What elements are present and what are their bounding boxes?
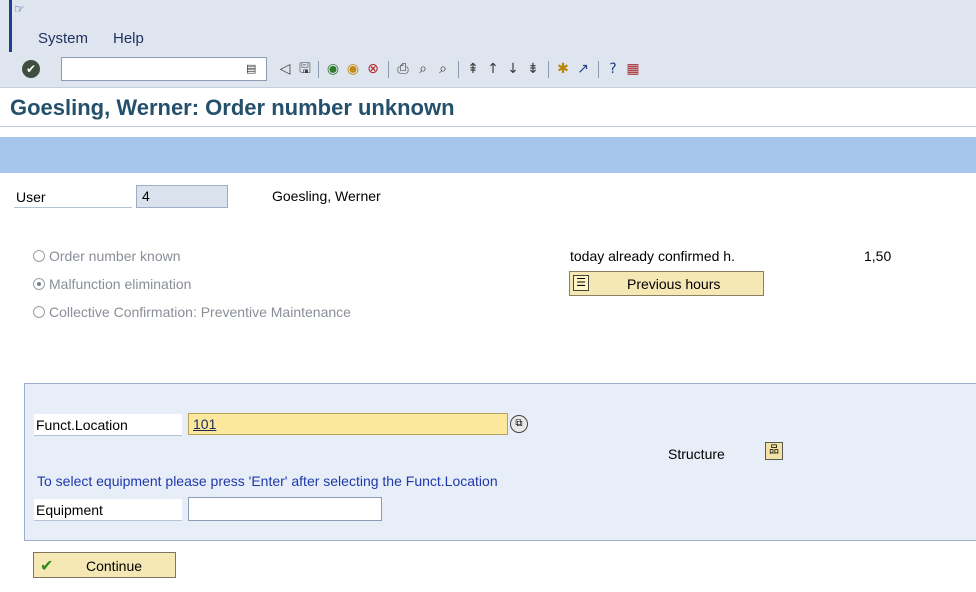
- radio-button[interactable]: [33, 250, 45, 262]
- toolbar-separator: [318, 61, 319, 78]
- checkmark-icon: ✔: [40, 556, 54, 575]
- help-icon[interactable]: ?: [604, 60, 622, 78]
- radio-button-selected[interactable]: [33, 278, 45, 290]
- radio-button[interactable]: [33, 306, 45, 318]
- radio-label: Order number known: [49, 248, 181, 264]
- continue-button[interactable]: ✔ Continue: [33, 552, 176, 578]
- cancel-icon[interactable]: ⊗: [364, 60, 382, 78]
- create-session-icon[interactable]: ✱: [554, 60, 572, 78]
- system-menu-icon[interactable]: ☞: [14, 2, 25, 16]
- user-label: User: [14, 186, 132, 208]
- toolbar-separator: [548, 61, 549, 78]
- funct-location-label: Funct.Location: [34, 414, 182, 436]
- standard-toolbar: ✔ ▤ ◁ 🖫 ◉ ◉ ⊗ ⎙ ⌕ ⌕ ⇞ ↑ ↓ ⇟ ✱ ↗ ? ▦: [0, 52, 976, 88]
- exit-icon[interactable]: ◉: [344, 60, 362, 78]
- command-history-icon[interactable]: ▤: [246, 62, 256, 75]
- title-divider: [0, 126, 976, 127]
- structure-label: Structure: [668, 446, 725, 462]
- command-field[interactable]: [61, 57, 267, 81]
- previous-page-icon[interactable]: ↑: [484, 60, 502, 78]
- equipment-input[interactable]: [188, 497, 382, 521]
- enter-icon[interactable]: ✔: [22, 60, 40, 78]
- find-next-icon[interactable]: ⌕: [434, 60, 452, 78]
- print-icon[interactable]: ⎙: [394, 60, 412, 78]
- radio-label: Collective Confirmation: Preventive Main…: [49, 304, 351, 320]
- previous-hours-button[interactable]: ☰ Previous hours: [569, 271, 764, 296]
- structure-hierarchy-icon[interactable]: 品: [765, 442, 783, 460]
- find-icon[interactable]: ⌕: [414, 60, 432, 78]
- back-icon[interactable]: ◉: [324, 60, 342, 78]
- shortcut-icon[interactable]: ↗: [574, 60, 592, 78]
- application-toolbar: [0, 137, 976, 173]
- user-field: 4: [136, 185, 228, 208]
- confirmed-hours-value: 1,50: [864, 248, 892, 264]
- toolbar-separator: [388, 61, 389, 78]
- funct-location-input[interactable]: [188, 413, 508, 435]
- save-icon[interactable]: 🖫: [296, 60, 314, 78]
- radio-malfunction-elimination[interactable]: Malfunction elimination: [33, 276, 191, 292]
- first-page-icon[interactable]: ⇞: [464, 60, 482, 78]
- confirmed-hours-label: today already confirmed h.: [570, 248, 735, 264]
- menu-system[interactable]: System: [38, 30, 88, 47]
- next-page-icon[interactable]: ↓: [504, 60, 522, 78]
- equipment-hint: To select equipment please press 'Enter'…: [37, 473, 498, 489]
- equipment-label: Equipment: [34, 499, 182, 521]
- user-name: Goesling, Werner: [272, 188, 381, 204]
- continue-label: Continue: [86, 558, 143, 574]
- last-page-icon[interactable]: ⇟: [524, 60, 542, 78]
- toolbar-separator: [598, 61, 599, 78]
- menu-bar-accent: [9, 0, 12, 52]
- radio-collective-confirmation[interactable]: Collective Confirmation: Preventive Main…: [33, 304, 351, 320]
- menu-help[interactable]: Help: [113, 30, 144, 47]
- radio-label: Malfunction elimination: [49, 276, 192, 292]
- page-title: Goesling, Werner: Order number unknown: [10, 95, 455, 120]
- value-help-icon[interactable]: ⧉: [510, 415, 528, 433]
- toolbar-separator: [458, 61, 459, 78]
- customize-layout-icon[interactable]: ▦: [624, 60, 642, 78]
- back-arrow-icon[interactable]: ◁: [276, 60, 294, 78]
- previous-hours-label: Previous hours: [627, 276, 721, 292]
- display-hours-icon: ☰: [573, 275, 589, 291]
- radio-order-number-known[interactable]: Order number known: [33, 248, 181, 264]
- menu-bar: ☞ System Help: [0, 0, 976, 52]
